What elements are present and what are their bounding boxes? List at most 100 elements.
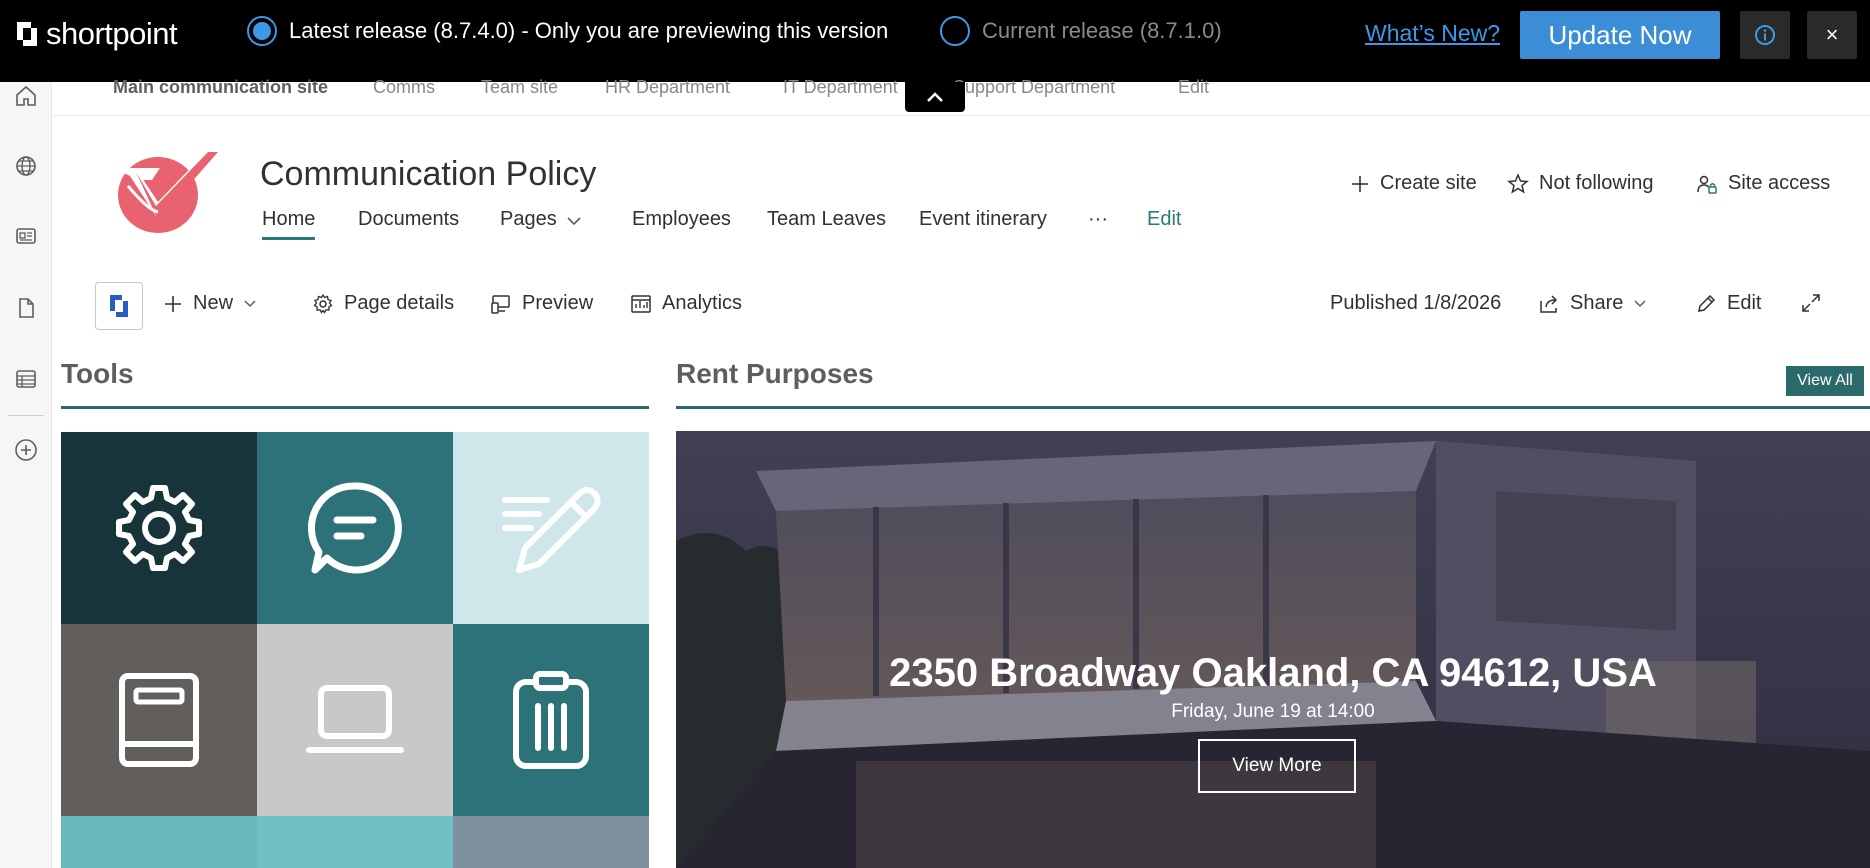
home-icon[interactable] — [12, 82, 40, 110]
tools-section-title: Tools — [61, 358, 134, 389]
list-icon[interactable] — [12, 365, 40, 393]
current-release-label: Current release (8.7.1.0) — [982, 18, 1222, 43]
site-access-button[interactable]: Site access — [1696, 172, 1830, 195]
new-button[interactable]: New — [163, 292, 257, 315]
tool-tile-laptop[interactable] — [257, 624, 453, 816]
create-site-button[interactable]: Create site — [1350, 172, 1477, 195]
modern-house-image — [676, 431, 1870, 868]
rent-date: Friday, June 19 at 14:00 — [1171, 701, 1375, 722]
globe-icon[interactable] — [12, 152, 40, 180]
tool-tile-notes[interactable] — [453, 432, 649, 624]
share-icon — [1540, 294, 1558, 313]
shortpoint-logo-text: shortpoint — [46, 16, 178, 51]
site-nav-pages-label: Pages — [500, 208, 557, 230]
expand-icon — [1802, 294, 1820, 312]
rent-section-title: Rent Purposes — [676, 358, 874, 389]
site-nav-pages[interactable]: Pages — [500, 208, 581, 231]
rent-address: 2350 Broadway Oakland, CA 94612, USA — [889, 651, 1657, 695]
analytics-button[interactable]: Analytics — [630, 292, 742, 315]
hub-nav-item-support[interactable]: Support Department — [953, 77, 1115, 98]
analytics-icon — [631, 294, 651, 313]
whats-new-link[interactable]: What’s New? — [1365, 20, 1500, 47]
analytics-label: Analytics — [662, 292, 743, 314]
clipboard-icon — [513, 671, 589, 769]
site-nav-edit-link[interactable]: Edit — [1147, 208, 1181, 231]
laptop-icon — [306, 685, 404, 753]
latest-release-label: Latest release (8.7.4.0) - Only you are … — [289, 18, 889, 43]
gear-icon — [313, 293, 333, 314]
checkmark-logo-icon — [114, 152, 218, 233]
chat-icon — [307, 482, 402, 574]
chevron-down-icon — [244, 299, 256, 307]
tool-tile-book[interactable] — [61, 624, 257, 816]
preview-button[interactable]: Preview — [490, 292, 593, 315]
plus-icon — [165, 295, 181, 312]
site-access-label: Site access — [1728, 172, 1831, 194]
update-now-button[interactable]: Update Now — [1520, 11, 1720, 59]
gear-icon — [116, 485, 202, 571]
pencil-icon — [1698, 294, 1716, 312]
shortpoint-logo: shortpoint — [14, 16, 178, 52]
site-nav-employees[interactable]: Employees — [632, 208, 731, 231]
tool-tile-partial-3[interactable] — [453, 816, 649, 868]
app-rail — [0, 82, 52, 868]
edit-page-label: Edit — [1727, 292, 1762, 314]
share-button[interactable]: Share — [1538, 292, 1647, 315]
chevron-down-icon — [1634, 299, 1646, 307]
current-release-radio[interactable]: Current release (8.7.1.0) — [940, 16, 1222, 46]
hub-nav-item-it[interactable]: IT Department — [783, 77, 898, 98]
latest-release-radio[interactable]: Latest release (8.7.4.0) - Only you are … — [247, 16, 888, 46]
star-icon — [1507, 172, 1529, 194]
tool-tile-settings[interactable] — [61, 432, 257, 624]
shortpoint-version-banner: shortpoint Latest release (8.7.4.0) - On… — [0, 0, 1870, 82]
tool-tile-chat[interactable] — [257, 432, 453, 624]
tool-tile-partial-1[interactable] — [61, 816, 257, 868]
plus-icon — [1352, 175, 1368, 192]
collapse-banner-button[interactable] — [905, 82, 965, 112]
site-nav-home[interactable]: Home — [262, 208, 316, 240]
shortpoint-mark-icon — [110, 295, 128, 317]
radio-unselected-icon — [940, 16, 970, 46]
new-label: New — [193, 292, 234, 314]
tool-tile-clipboard[interactable] — [453, 624, 649, 816]
site-logo[interactable] — [108, 150, 218, 236]
site-nav-team-leaves[interactable]: Team Leaves — [767, 208, 886, 231]
notes-pen-icon — [502, 487, 601, 573]
page-details-label: Page details — [344, 292, 455, 314]
tools-section-divider — [61, 406, 649, 409]
site-title: Communication Policy — [260, 155, 597, 193]
shortpoint-mark-icon — [17, 22, 37, 46]
hub-nav-item-main[interactable]: Main communication site — [113, 77, 328, 98]
follow-label: Not following — [1539, 172, 1654, 194]
rail-divider — [8, 415, 44, 416]
close-banner-button[interactable]: × — [1807, 11, 1857, 59]
site-nav-event-itinerary[interactable]: Event itinerary — [919, 208, 1047, 231]
hub-nav-item-hr[interactable]: HR Department — [605, 77, 730, 98]
hub-nav-item-comms[interactable]: Comms — [373, 77, 435, 98]
news-icon[interactable] — [12, 222, 40, 250]
document-icon[interactable] — [12, 294, 40, 322]
hub-nav-item-team-site[interactable]: Team site — [481, 77, 558, 98]
view-more-button[interactable]: View More — [1198, 739, 1356, 793]
page-command-bar: New Page details Preview Analytics Publi… — [95, 282, 1835, 330]
rent-hero-slide[interactable]: 2350 Broadway Oakland, CA 94612, USA Fri… — [676, 431, 1870, 868]
hub-nav-edit-link[interactable]: Edit — [1178, 77, 1209, 98]
tool-tile-partial-2[interactable] — [257, 816, 453, 868]
people-lock-icon — [1697, 175, 1717, 194]
site-nav-more[interactable]: ··· — [1088, 208, 1108, 231]
radio-selected-icon — [247, 16, 277, 46]
info-button[interactable] — [1740, 11, 1790, 59]
preview-devices-icon — [491, 294, 510, 314]
chevron-up-icon — [927, 92, 943, 102]
chevron-down-icon — [567, 217, 581, 226]
follow-button[interactable]: Not following — [1507, 172, 1654, 195]
add-circle-icon[interactable] — [12, 436, 40, 464]
expand-button[interactable] — [1800, 292, 1822, 314]
view-all-button[interactable]: View All — [1786, 366, 1864, 396]
rent-section-divider — [676, 406, 1870, 409]
published-status: Published 1/8/2026 — [1330, 292, 1502, 314]
site-nav-documents[interactable]: Documents — [358, 208, 459, 231]
page-details-button[interactable]: Page details — [312, 292, 454, 315]
edit-page-button[interactable]: Edit — [1695, 292, 1761, 315]
shortpoint-editor-button[interactable] — [95, 282, 143, 330]
